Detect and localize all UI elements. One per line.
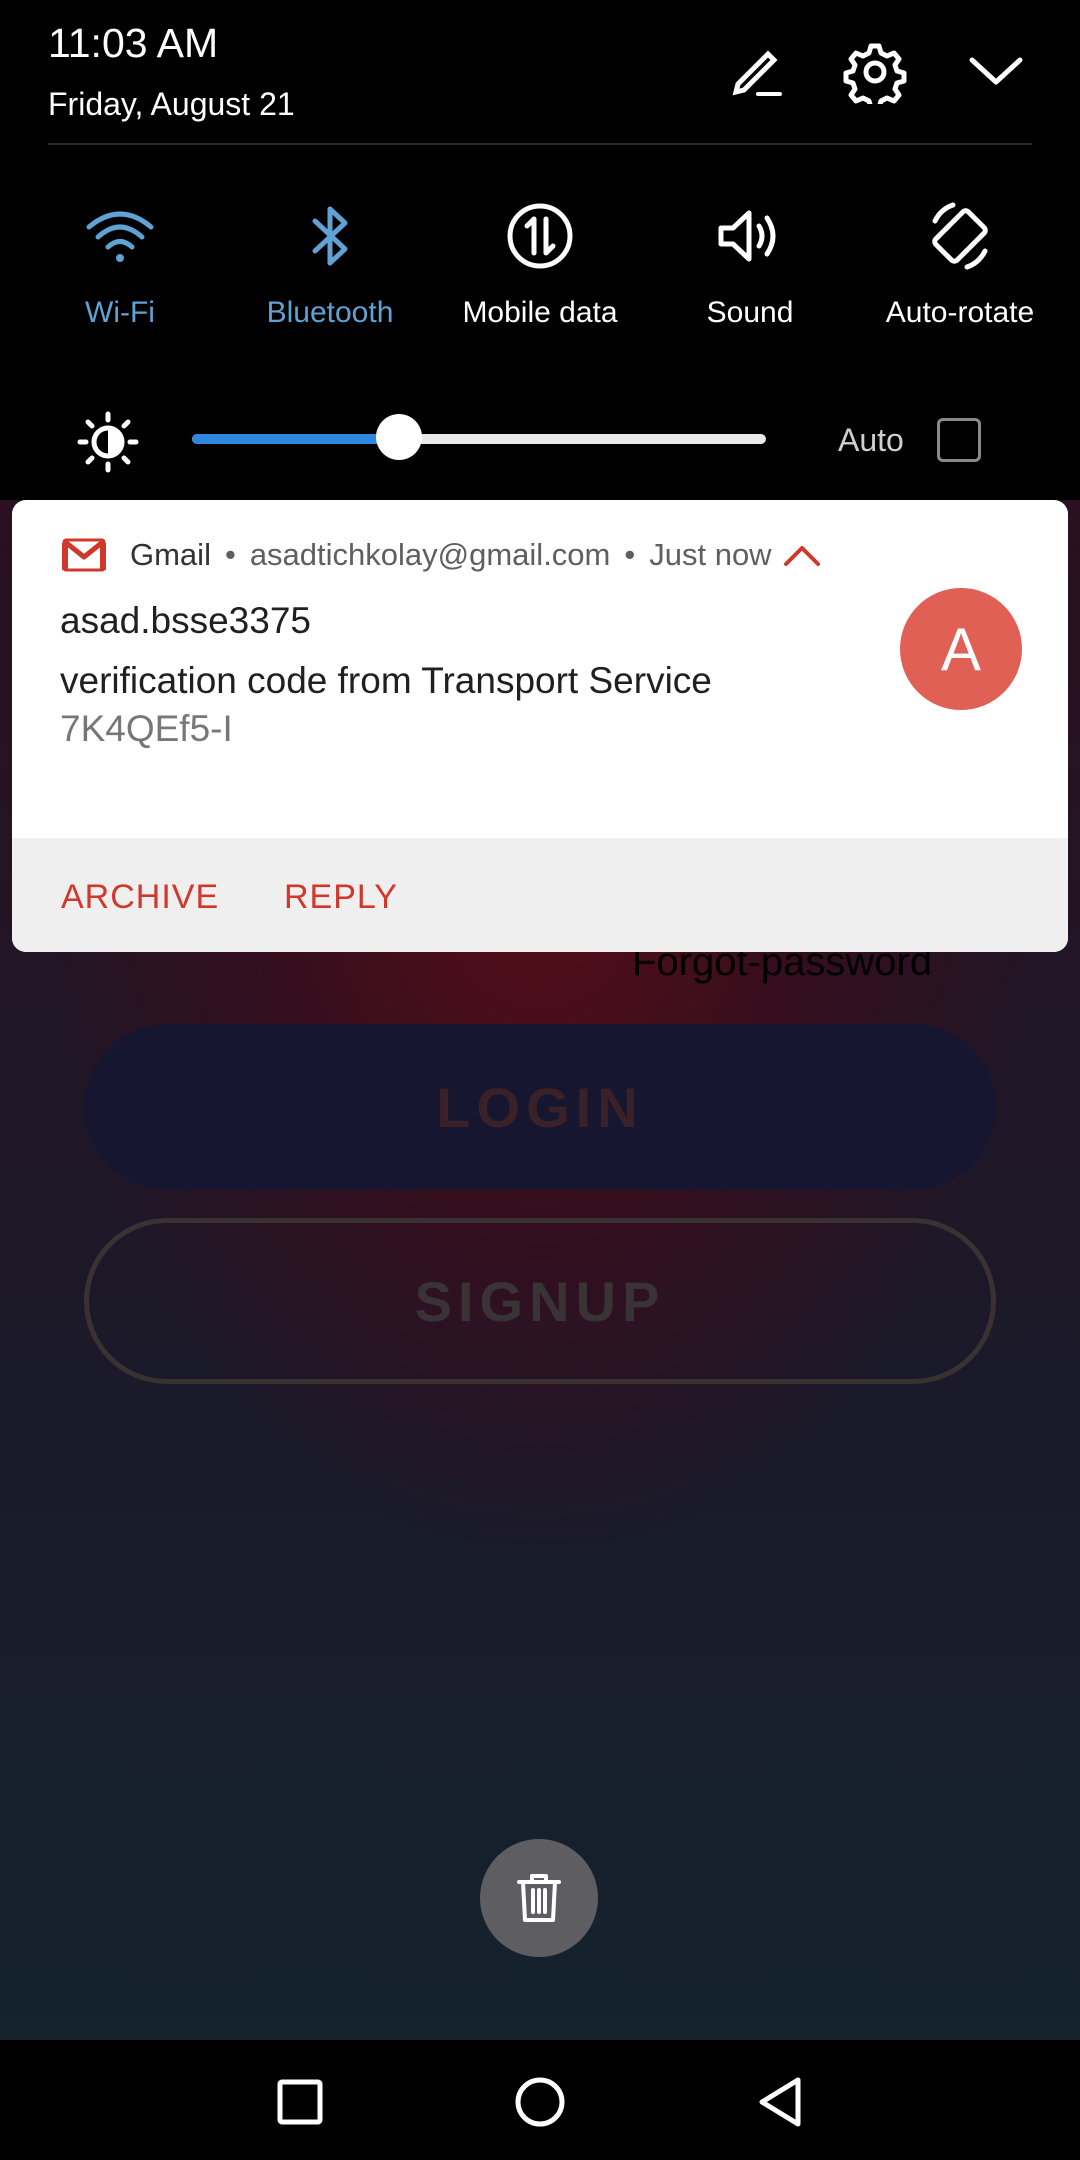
notification-actions: ARCHIVE REPLY — [12, 838, 1068, 952]
auto-brightness-label: Auto — [838, 422, 904, 458]
chevron-down-icon[interactable] — [960, 36, 1032, 108]
reply-button[interactable]: REPLY — [284, 878, 398, 917]
gear-icon[interactable] — [839, 36, 911, 108]
circle-icon — [515, 2077, 565, 2127]
edit-icon[interactable] — [720, 36, 792, 108]
tile-label: Sound — [706, 296, 794, 329]
home-button[interactable] — [508, 2070, 572, 2134]
wifi-icon — [80, 196, 160, 276]
navigation-bar — [0, 2040, 1080, 2160]
tile-label: Mobile data — [462, 296, 618, 329]
tile-label: Wi-Fi — [85, 296, 155, 329]
tile-wifi[interactable]: Wi-Fi — [15, 196, 225, 330]
notification-app-name: Gmail — [130, 537, 211, 572]
chevron-up-icon[interactable] — [780, 540, 824, 570]
clear-notifications-button[interactable] — [480, 1839, 598, 1957]
mobile-data-icon — [500, 196, 580, 276]
date: Friday, August 21 — [48, 86, 295, 122]
gmail-notification[interactable]: Gmail • asadtichkolay@gmail.com • Just n… — [12, 500, 1068, 952]
notification-header: Gmail • asadtichkolay@gmail.com • Just n… — [62, 535, 824, 575]
tile-label: Bluetooth — [266, 296, 394, 329]
signup-button[interactable]: SIGNUP — [84, 1218, 996, 1384]
notification-code: 7K4QEf5-I — [60, 708, 233, 749]
separator-dot: • — [224, 537, 236, 572]
header-divider — [48, 143, 1032, 145]
quick-settings-panel: 11:03 AM Friday, August 21 Wi-Fi Bluetoo… — [0, 0, 1080, 500]
login-button[interactable]: LOGIN — [84, 1024, 996, 1190]
notification-title: asad.bsse3375 — [60, 600, 311, 641]
tile-mobile-data[interactable]: Mobile data — [435, 196, 645, 330]
back-button[interactable] — [748, 2070, 812, 2134]
tile-sound[interactable]: Sound — [645, 196, 855, 330]
brightness-slider[interactable] — [192, 414, 766, 460]
square-icon — [277, 2079, 323, 2125]
tile-auto-rotate[interactable]: Auto-rotate — [855, 196, 1065, 330]
recents-button[interactable] — [268, 2070, 332, 2134]
gmail-icon — [62, 538, 106, 572]
bluetooth-icon — [290, 196, 370, 276]
brightness-icon — [77, 411, 139, 473]
separator-dot: • — [624, 537, 636, 572]
notification-account: asadtichkolay@gmail.com — [249, 537, 611, 572]
auto-rotate-icon — [920, 196, 1000, 276]
avatar: A — [900, 588, 1022, 710]
clock: 11:03 AM — [48, 20, 219, 66]
brightness-thumb[interactable] — [375, 414, 422, 460]
brightness-fill — [192, 434, 399, 444]
notification-time: Just now — [649, 537, 772, 572]
tile-label: Auto-rotate — [885, 296, 1035, 329]
archive-button[interactable]: ARCHIVE — [61, 878, 219, 917]
tile-bluetooth[interactable]: Bluetooth — [225, 196, 435, 330]
sound-icon — [710, 196, 790, 276]
auto-brightness-checkbox[interactable] — [937, 418, 981, 462]
back-triangle-icon — [759, 2077, 801, 2127]
notification-body: verification code from Transport Service — [60, 660, 712, 701]
trash-icon — [517, 1874, 561, 1922]
